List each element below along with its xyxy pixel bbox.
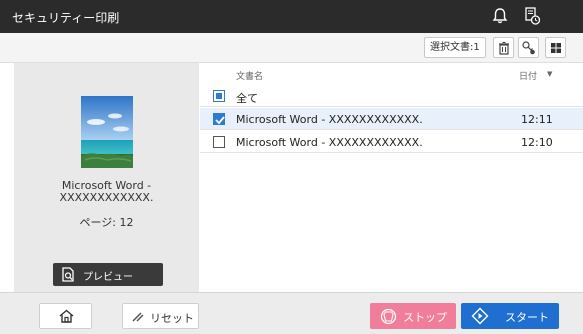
select-all-row[interactable]: 全て bbox=[200, 85, 583, 107]
screen-title: セキュリティー印刷 bbox=[12, 11, 120, 25]
time-cell: 12:10 bbox=[521, 136, 553, 149]
column-header-name[interactable]: 文書名 bbox=[236, 69, 263, 82]
document-thumbnail bbox=[81, 96, 133, 168]
toolbar: 選択文書:1 bbox=[0, 33, 583, 63]
bell-icon[interactable] bbox=[489, 5, 511, 27]
stop-button-label: ストップ bbox=[403, 311, 447, 324]
row-checkbox[interactable] bbox=[213, 136, 225, 148]
time-cell: 12:11 bbox=[521, 113, 553, 126]
grid-view-button[interactable] bbox=[545, 37, 566, 58]
document-list: 文書名 日付 ▼ 全て Microsoft Word - XXXXXXXXXXX… bbox=[200, 63, 583, 292]
reset-icon bbox=[132, 312, 144, 322]
column-header-date[interactable]: 日付 bbox=[519, 69, 537, 82]
start-button[interactable]: スタート bbox=[461, 303, 559, 329]
reset-button-label: リセット bbox=[150, 312, 194, 325]
preview-button-label: プレビュー bbox=[83, 272, 133, 283]
table-row[interactable]: Microsoft Word - XXXXXXXXXXXX. 12:10 bbox=[200, 131, 583, 153]
key-icon bbox=[522, 41, 535, 55]
password-button[interactable] bbox=[518, 37, 539, 58]
document-name-cell: Microsoft Word - XXXXXXXXXXXX. bbox=[236, 136, 423, 149]
preview-icon bbox=[62, 267, 74, 282]
start-icon bbox=[471, 307, 489, 325]
page-count: ページ: 12 bbox=[79, 216, 134, 229]
row-checkbox[interactable] bbox=[213, 113, 225, 125]
title-bar: セキュリティー印刷 bbox=[0, 0, 583, 33]
document-name-cell: Microsoft Word - XXXXXXXXXXXX. bbox=[236, 113, 423, 126]
selected-count-badge: 選択文書:1 bbox=[424, 37, 486, 58]
reset-button[interactable]: リセット bbox=[122, 303, 199, 329]
list-header: 文書名 日付 ▼ bbox=[200, 63, 583, 85]
trash-icon bbox=[499, 41, 509, 55]
stop-button[interactable]: ストップ bbox=[370, 303, 456, 329]
preview-button[interactable]: プレビュー bbox=[53, 263, 163, 286]
home-button[interactable] bbox=[39, 303, 92, 329]
table-row[interactable]: Microsoft Word - XXXXXXXXXXXX. 12:11 bbox=[200, 108, 583, 130]
document-name-line2: XXXXXXXXXXXX. bbox=[59, 191, 154, 204]
bottom-bar: リセット ストップ スタート bbox=[0, 292, 583, 334]
stop-icon bbox=[380, 308, 397, 325]
grid-view-icon bbox=[551, 43, 561, 53]
delete-button[interactable] bbox=[493, 37, 514, 58]
home-icon bbox=[59, 309, 74, 323]
select-all-label: 全て bbox=[236, 92, 258, 105]
document-preview-panel: Microsoft Word - XXXXXXXXXXXX. ページ: 12 プ… bbox=[14, 63, 199, 292]
checkmark-icon bbox=[215, 116, 225, 125]
sort-indicator-icon[interactable]: ▼ bbox=[547, 70, 552, 78]
document-name: Microsoft Word - XXXXXXXXXXXX. bbox=[14, 180, 199, 204]
select-all-checkbox[interactable] bbox=[213, 90, 225, 102]
job-status-icon[interactable] bbox=[521, 5, 543, 27]
start-button-label: スタート bbox=[505, 311, 549, 324]
